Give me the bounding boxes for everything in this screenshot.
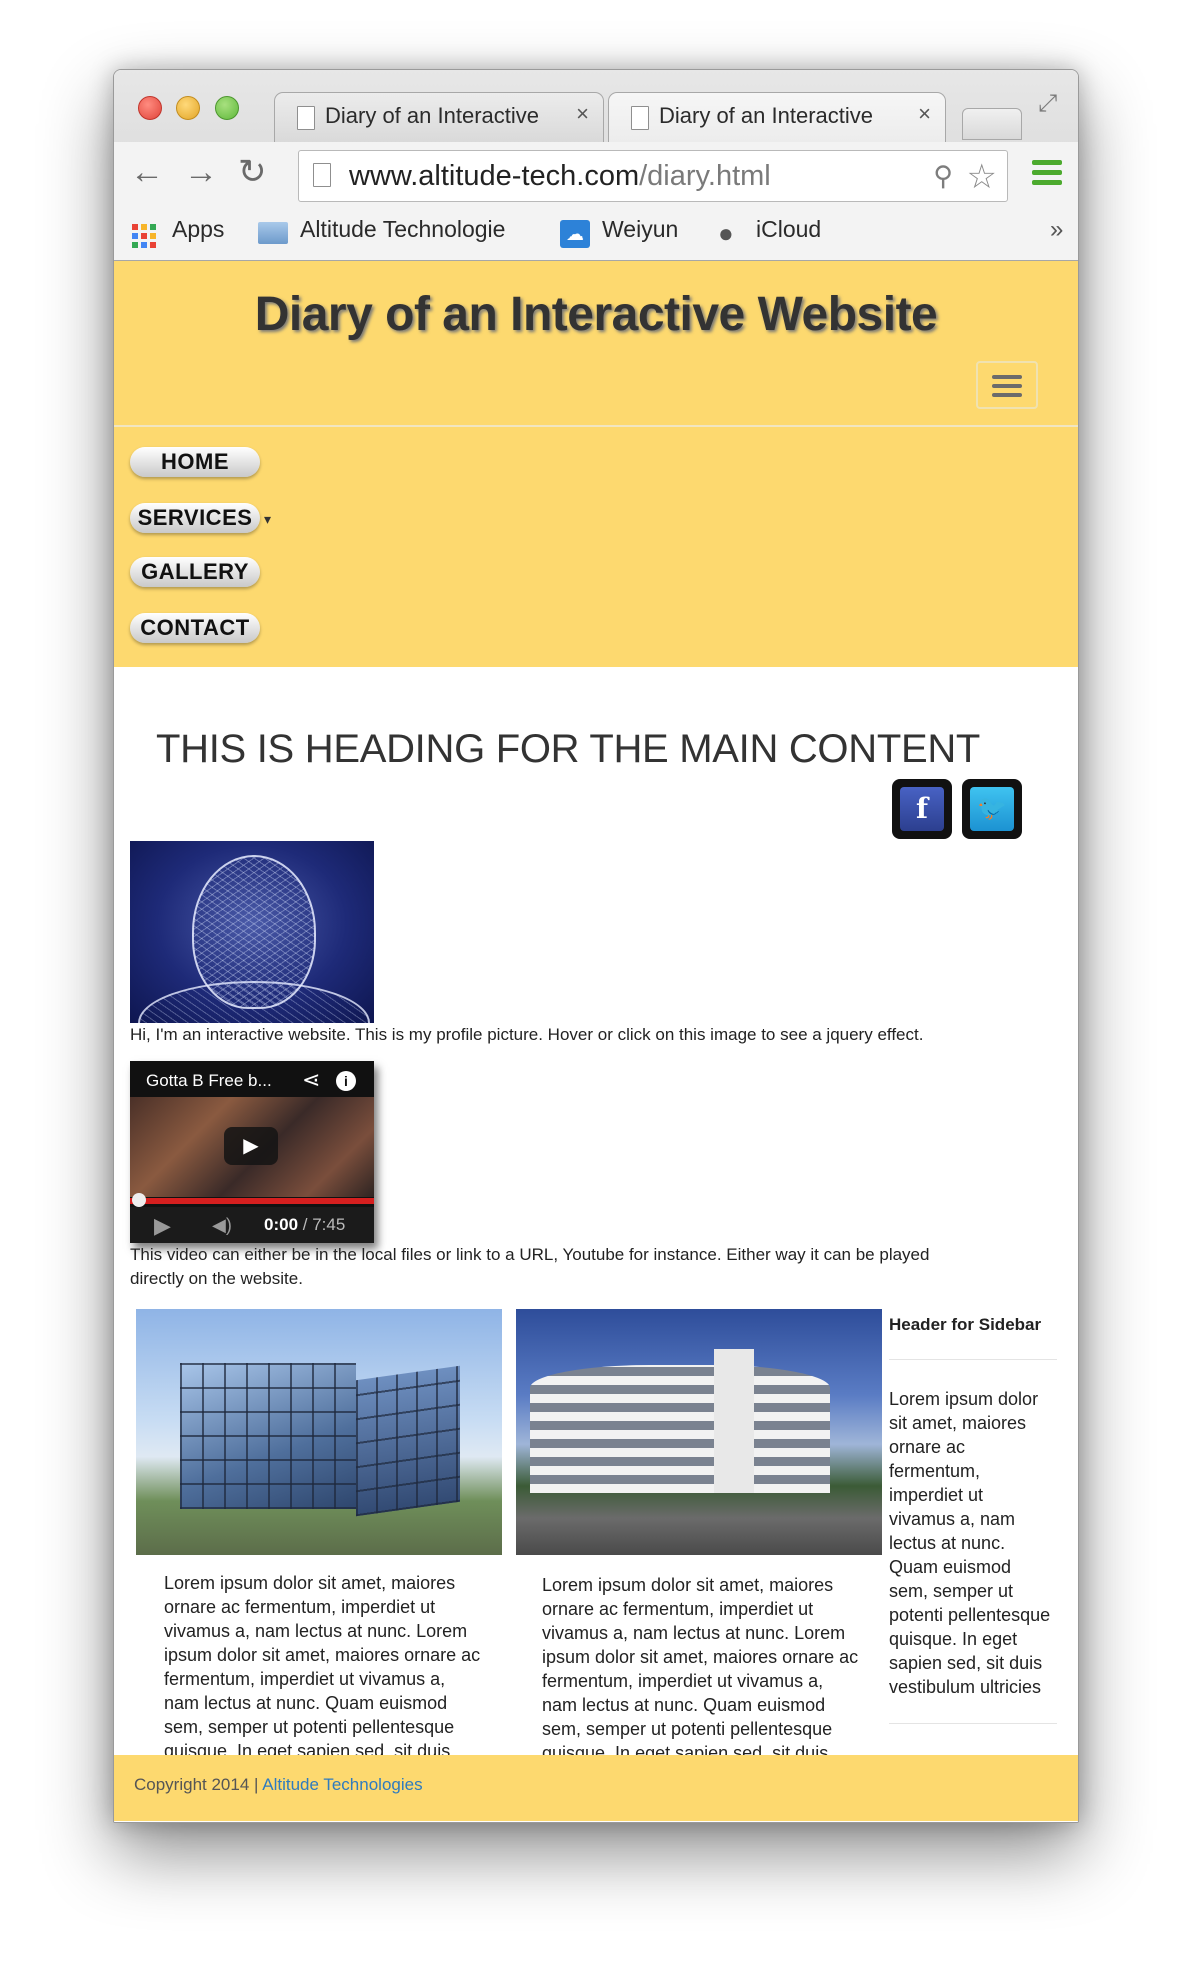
site-nav: HOME SERVICES ▾ GALLERY CONTACT: [114, 427, 1078, 667]
page-icon: [313, 163, 331, 187]
close-window-button[interactable]: [138, 96, 162, 120]
site-title: Diary of an Interactive Website: [254, 288, 938, 341]
tab-close-icon[interactable]: ×: [576, 101, 589, 127]
tab-title: Diary of an Interactive: [659, 103, 873, 128]
site-footer: Copyright 2014 | Altitude Technologies: [114, 1755, 1078, 1821]
nav-gallery[interactable]: GALLERY: [130, 557, 260, 587]
weiyun-icon: ☁: [560, 220, 590, 248]
facebook-button[interactable]: f: [892, 779, 952, 839]
building-image-2: [516, 1309, 882, 1555]
video-time: 0:00 / 7:45: [264, 1215, 346, 1234]
bookmark-weiyun[interactable]: Weiyun: [602, 216, 678, 243]
reload-icon[interactable]: ↻: [238, 154, 267, 190]
star-icon[interactable]: ☆: [967, 157, 997, 197]
fullscreen-icon[interactable]: ⤢: [1038, 90, 1057, 118]
profile-caption: Hi, I'm an interactive website. This is …: [130, 1025, 924, 1044]
bookmark-apps[interactable]: Apps: [172, 216, 224, 243]
address-bar[interactable]: www.altitude-tech.com/diary.html ⚲ ☆: [298, 150, 1008, 202]
url-text[interactable]: www.altitude-tech.com/diary.html: [349, 160, 771, 193]
zoom-window-button[interactable]: [215, 96, 239, 120]
video-caption-line: This video can either be in the local fi…: [130, 1245, 930, 1264]
twitter-button[interactable]: 🐦: [962, 779, 1022, 839]
new-tab-button[interactable]: [962, 108, 1022, 140]
tab-1[interactable]: Diary of an Interactive ×: [274, 92, 604, 143]
nav-services[interactable]: SERVICES: [130, 503, 260, 533]
play-icon[interactable]: ▶: [224, 1127, 278, 1165]
nav-home[interactable]: HOME: [130, 447, 260, 477]
nav-contact[interactable]: CONTACT: [130, 613, 260, 643]
folder-icon: [258, 222, 288, 244]
footer-text: Copyright 2014 | Altitude Technologies: [134, 1775, 423, 1794]
play-button-icon[interactable]: ▶: [154, 1213, 171, 1239]
divider: [889, 1359, 1057, 1360]
web-page: Diary of an Interactive Website HOME SER…: [114, 261, 1078, 1822]
video-player[interactable]: Gotta B Free b... ⋖ i ▶ ▶ ◀) 0:00 / 7:45: [130, 1061, 374, 1243]
menu-icon[interactable]: [1032, 160, 1062, 190]
page-icon: [631, 106, 649, 130]
profile-picture[interactable]: [130, 841, 374, 1023]
facebook-icon: f: [900, 787, 944, 831]
twitter-icon: 🐦: [970, 787, 1014, 831]
site-header: Diary of an Interactive Website: [114, 261, 1078, 427]
video-scrubber[interactable]: [132, 1193, 146, 1207]
divider: [889, 1723, 1057, 1724]
share-icon[interactable]: ⋖: [302, 1067, 320, 1093]
forward-icon[interactable]: →: [184, 154, 218, 190]
bookmarks-bar: Apps Altitude Technologie ☁ Weiyun ● iCl…: [114, 206, 1078, 260]
volume-icon[interactable]: ◀): [212, 1215, 232, 1236]
tab-title: Diary of an Interactive: [325, 103, 539, 128]
sidebar-header: Header for Sidebar: [889, 1315, 1042, 1334]
caret-down-icon: ▾: [264, 511, 272, 527]
page-icon: [297, 106, 315, 130]
building-image-1: [136, 1309, 502, 1555]
minimize-window-button[interactable]: [176, 96, 200, 120]
main-heading: THIS IS HEADING FOR THE MAIN CONTENT: [156, 727, 981, 771]
video-controls: ▶ ◀) 0:00 / 7:45: [130, 1207, 374, 1243]
info-icon[interactable]: i: [336, 1071, 356, 1091]
search-icon[interactable]: ⚲: [933, 161, 953, 192]
apps-grid-icon: [132, 224, 156, 248]
tab-2[interactable]: Diary of an Interactive ×: [608, 92, 946, 143]
nav-toggle-button[interactable]: [976, 361, 1038, 409]
back-icon[interactable]: ←: [130, 154, 164, 190]
apple-icon: ●: [718, 218, 734, 248]
browser-toolbar: ← → ↻ www.altitude-tech.com/diary.html ⚲…: [114, 142, 1078, 206]
browser-window: Diary of an Interactive × Diary of an In…: [113, 69, 1079, 1823]
bookmarks-more-icon[interactable]: »: [1050, 216, 1063, 244]
bookmark-icloud[interactable]: iCloud: [756, 216, 821, 243]
video-progress-bar[interactable]: [130, 1198, 374, 1204]
tab-close-icon[interactable]: ×: [918, 101, 931, 127]
bookmark-altitude[interactable]: Altitude Technologie: [300, 216, 530, 243]
video-caption-line: directly on the website.: [130, 1269, 303, 1288]
footer-link[interactable]: Altitude Technologies: [262, 1775, 422, 1794]
video-title[interactable]: Gotta B Free b...: [146, 1071, 272, 1091]
